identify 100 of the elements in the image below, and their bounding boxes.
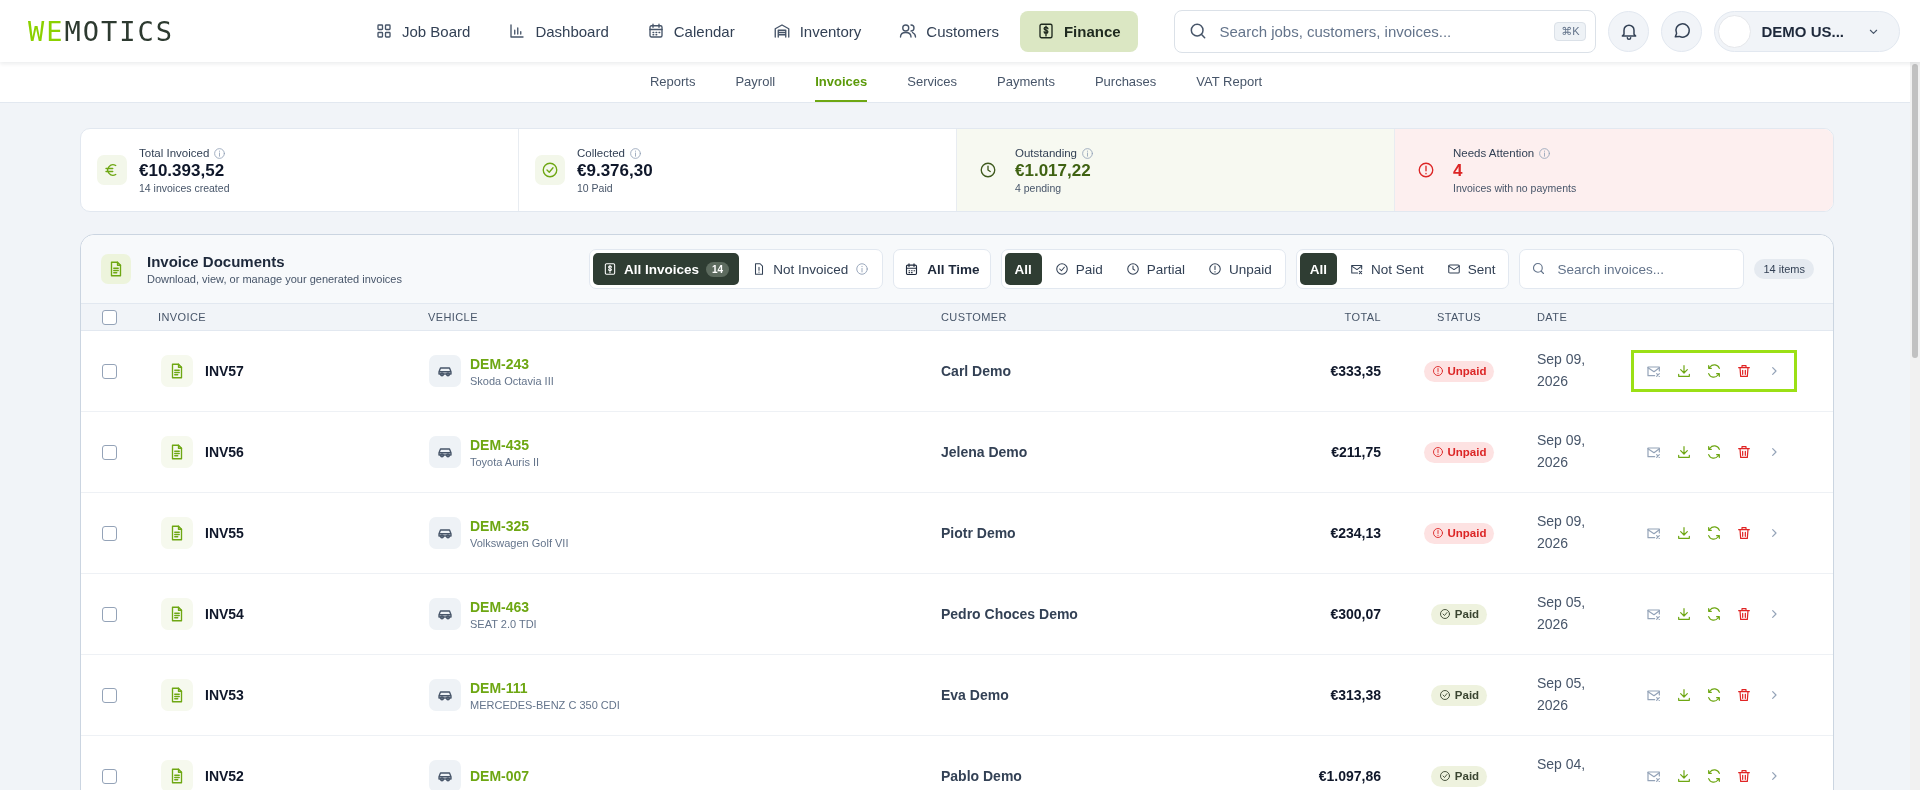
filter-tab[interactable]: Unpaid bbox=[1198, 253, 1282, 285]
stat-label: Needs Attention bbox=[1453, 147, 1535, 159]
stat-label: Total Invoiced bbox=[139, 147, 210, 159]
download-icon bbox=[1676, 687, 1692, 703]
column-header: VEHICLE bbox=[428, 311, 478, 323]
sub-tab[interactable]: Payments bbox=[997, 62, 1055, 102]
customer-name: Pablo Demo bbox=[941, 768, 1022, 784]
total-amount: €333,35 bbox=[1330, 363, 1381, 379]
user-menu-button[interactable]: DEMO US... bbox=[1714, 10, 1900, 52]
invoice-number: INV54 bbox=[205, 606, 244, 622]
sub-tab[interactable]: Purchases bbox=[1094, 62, 1157, 102]
column-header: STATUS bbox=[1436, 311, 1482, 323]
scrollbar[interactable] bbox=[1910, 62, 1920, 790]
dollar-document-icon bbox=[603, 262, 617, 276]
avatar bbox=[1718, 14, 1752, 48]
sub-tab[interactable]: Services bbox=[907, 62, 958, 102]
download-icon bbox=[1676, 363, 1692, 379]
customer-name: Eva Demo bbox=[941, 687, 1009, 703]
clock-icon bbox=[979, 161, 997, 179]
status-badge: Unpaid bbox=[1423, 441, 1495, 463]
status-badge: Paid bbox=[1430, 765, 1488, 787]
check-circle-icon bbox=[1054, 262, 1069, 276]
checkbox[interactable] bbox=[102, 309, 117, 325]
sub-tab[interactable]: Invoices bbox=[815, 62, 868, 102]
total-amount: €313,38 bbox=[1330, 687, 1381, 703]
checkbox[interactable] bbox=[102, 363, 117, 379]
date-text: Sep 09, 2026 bbox=[1537, 512, 1587, 554]
filter-tab[interactable]: Paid bbox=[1044, 253, 1113, 285]
nav-item[interactable]: Job Board bbox=[358, 10, 488, 52]
refresh-icon bbox=[1706, 606, 1722, 622]
item-count-badge: 14 items bbox=[1754, 259, 1814, 279]
info-icon bbox=[855, 262, 870, 276]
total-amount: €211,75 bbox=[1331, 444, 1381, 460]
info-icon bbox=[213, 146, 227, 160]
nav-item[interactable]: Calendar bbox=[629, 10, 752, 52]
status-badge: Unpaid bbox=[1423, 522, 1495, 544]
checkbox[interactable] bbox=[102, 606, 117, 622]
nav-item[interactable]: Customers bbox=[882, 10, 1016, 52]
check-circle-icon bbox=[1438, 608, 1451, 620]
date-text: Sep 04, bbox=[1537, 755, 1587, 774]
sub-tab[interactable]: VAT Report bbox=[1196, 62, 1263, 102]
check-circle-icon bbox=[541, 161, 559, 179]
filter-tab[interactable]: Partial bbox=[1115, 253, 1196, 285]
clock-icon bbox=[1125, 262, 1140, 276]
invoice-number: INV53 bbox=[205, 687, 244, 703]
invoice-number: INV55 bbox=[205, 525, 244, 541]
trash-icon bbox=[1736, 525, 1752, 541]
messages-button[interactable] bbox=[1661, 10, 1703, 52]
date-text: Sep 05, 2026 bbox=[1537, 674, 1587, 716]
checkbox[interactable] bbox=[102, 687, 117, 703]
trash-icon bbox=[1736, 687, 1752, 703]
envelope-icon bbox=[1646, 687, 1662, 703]
refresh-icon bbox=[1706, 363, 1722, 379]
refresh-icon bbox=[1706, 444, 1722, 460]
building-icon bbox=[772, 22, 791, 40]
alert-icon bbox=[1208, 262, 1223, 276]
date-text: Sep 09, 2026 bbox=[1537, 350, 1587, 392]
date-range-button[interactable]: All Time bbox=[893, 249, 991, 289]
nav-item[interactable]: Finance bbox=[1019, 10, 1138, 52]
stat-value: 4 bbox=[1453, 160, 1464, 181]
envelope-icon bbox=[1646, 444, 1662, 460]
filter-tab[interactable]: Sent bbox=[1436, 253, 1506, 285]
status-badge: Paid bbox=[1430, 603, 1488, 625]
logo-wordmark[interactable]: WEMOTICS bbox=[28, 15, 208, 47]
stat-value: €9.376,30 bbox=[577, 160, 653, 181]
search-field[interactable]: Search invoices... bbox=[1519, 249, 1745, 289]
envelope-icon bbox=[1446, 262, 1461, 276]
column-header: DATE bbox=[1537, 311, 1568, 323]
dollar-document-icon bbox=[1036, 22, 1055, 40]
sub-tab[interactable]: Payroll bbox=[735, 62, 776, 102]
card-subtitle: Download, view, or manage your generated invoices bbox=[147, 273, 402, 285]
filter-tab[interactable]: All Invoices 14 bbox=[593, 253, 740, 285]
checkbox[interactable] bbox=[102, 768, 117, 784]
date-text: Sep 09, 2026 bbox=[1537, 431, 1587, 473]
filter-tab[interactable]: All bbox=[1004, 253, 1042, 285]
grid-icon bbox=[375, 22, 393, 40]
notifications-button[interactable] bbox=[1608, 10, 1650, 52]
checkbox[interactable] bbox=[102, 525, 117, 541]
total-amount: €234,13 bbox=[1330, 525, 1381, 541]
filter-tab[interactable]: All bbox=[1299, 253, 1338, 285]
nav-item[interactable]: Inventory bbox=[755, 10, 879, 52]
status-badge: Unpaid bbox=[1423, 360, 1495, 382]
nav-item[interactable]: Dashboard bbox=[491, 10, 626, 52]
vehicle-model: Skoda Octavia III bbox=[470, 374, 554, 387]
search-icon bbox=[1531, 261, 1547, 276]
vehicle-model: SEAT 2.0 TDI bbox=[470, 617, 537, 630]
envelope-icon bbox=[1350, 262, 1365, 276]
invoice-number: INV57 bbox=[205, 363, 244, 379]
status-badge: Paid bbox=[1430, 684, 1488, 706]
invoice-number: INV52 bbox=[205, 768, 244, 784]
stat-value: €1.017,22 bbox=[1015, 160, 1092, 181]
stat-note: 4 pending bbox=[1015, 181, 1063, 194]
sub-tab[interactable]: Reports bbox=[649, 62, 696, 102]
checkbox[interactable] bbox=[102, 444, 117, 460]
alert-icon bbox=[1431, 446, 1444, 458]
download-icon bbox=[1676, 768, 1692, 784]
bar-chart-icon bbox=[508, 22, 527, 40]
calendar-icon bbox=[646, 22, 665, 40]
filter-tab[interactable]: Not Sent bbox=[1340, 253, 1434, 285]
filter-tab[interactable]: Not Invoiced bbox=[742, 253, 880, 285]
